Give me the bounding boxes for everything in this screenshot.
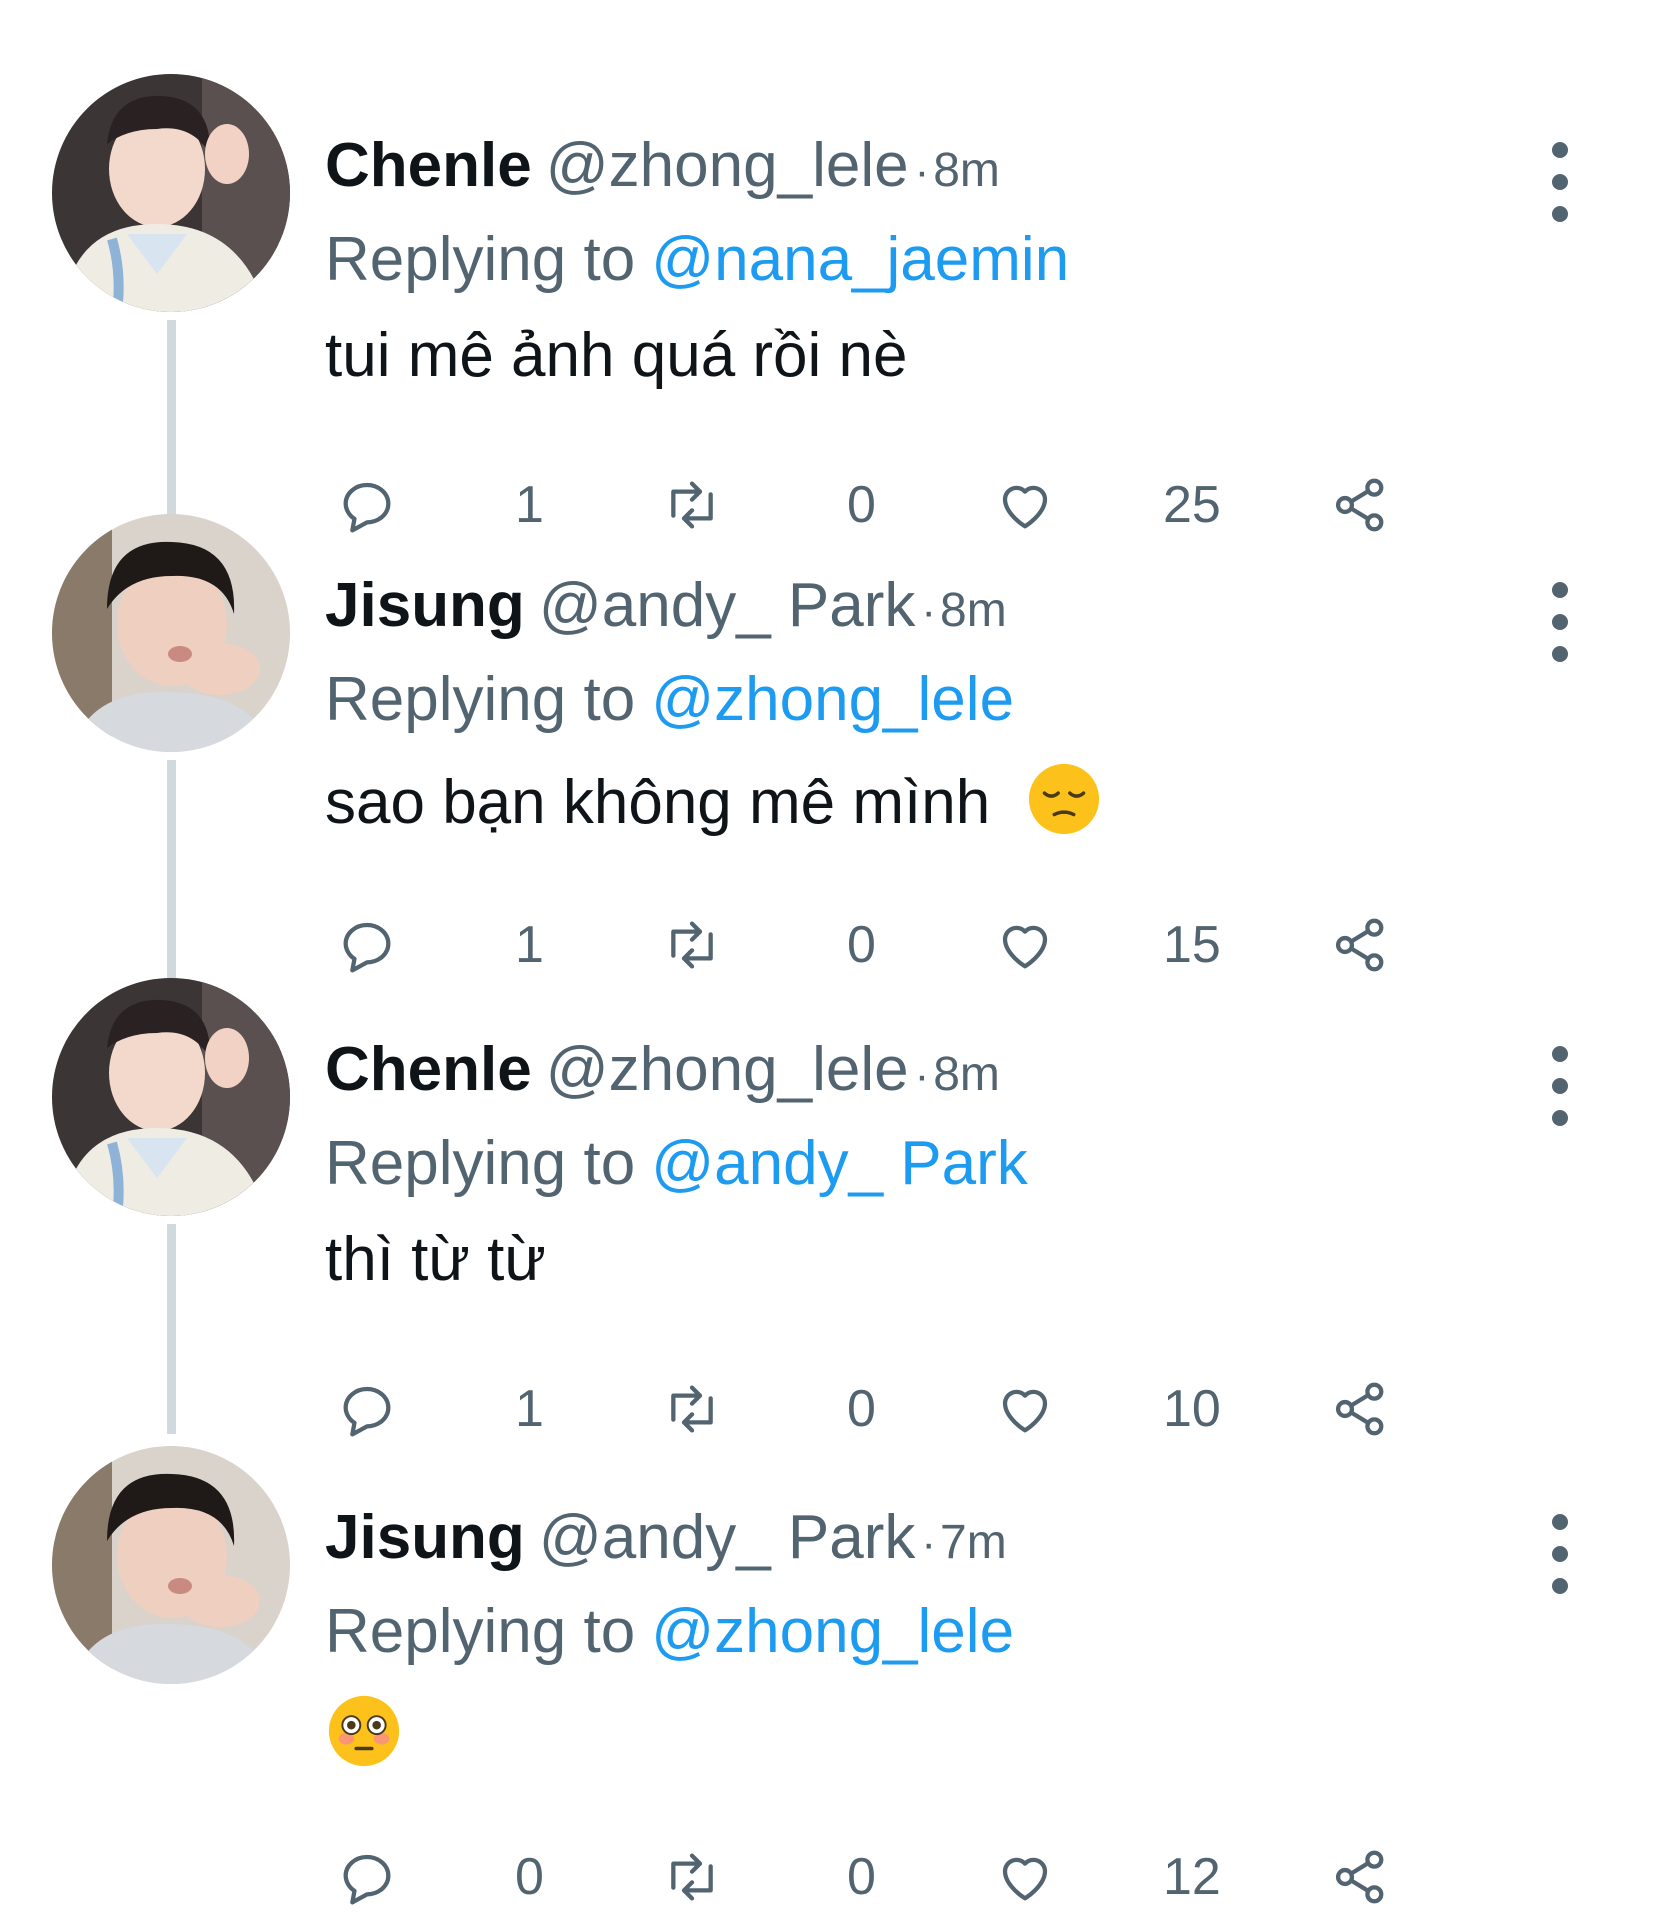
share-icon[interactable] (1329, 1842, 1393, 1912)
tweet-text: tui mê ảnh quá rồi nè (325, 320, 908, 391)
tweet-text: sao bạn không mê mình (325, 760, 1103, 853)
author-handle[interactable]: @andy_ Park (539, 571, 916, 640)
tweet-text-content: thì từ từ (325, 1225, 546, 1294)
timestamp[interactable]: 8m (933, 1048, 1000, 1101)
separator-dot: · (921, 587, 937, 636)
separator-dot: · (914, 147, 930, 196)
retweet-icon[interactable] (660, 1842, 724, 1912)
more-options-icon[interactable] (1530, 142, 1590, 242)
author-name[interactable]: Jisung (325, 571, 525, 640)
timestamp[interactable]: 7m (940, 1516, 1007, 1569)
timestamp[interactable]: 8m (933, 144, 1000, 197)
replying-to-label: Replying to (325, 1597, 636, 1666)
author-handle[interactable]: @zhong_lele (546, 1035, 909, 1104)
tweet[interactable]: Jisung @andy_ Park ·7m Replying to @zhong_l… (0, 1424, 1655, 1906)
separator-dot: · (921, 1519, 937, 1568)
tweet-text-content: sao bạn không mê mình (325, 767, 991, 837)
tweet[interactable]: Chenle @zhong_lele ·8m Replying to @andy_ P… (0, 956, 1655, 1438)
reply-count: 0 (515, 1848, 544, 1906)
tweet-text-content: tui mê ảnh quá rồi nè (325, 321, 908, 390)
author-name[interactable]: Chenle (325, 131, 532, 200)
like-icon[interactable] (993, 1842, 1057, 1912)
retweet-count: 0 (847, 1848, 876, 1906)
tweet[interactable]: Jisung @andy_ Park ·8m Replying to @zhong_l… (0, 492, 1655, 978)
like-count: 12 (1163, 1848, 1221, 1906)
more-options-icon[interactable] (1530, 1046, 1590, 1146)
reply-thread: Chenle @zhong_lele ·8m Replying to @nana_ja… (0, 0, 1655, 1920)
replying-to-label: Replying to (325, 665, 636, 734)
author-handle[interactable]: @zhong_lele (546, 131, 909, 200)
tweet-text: thì từ từ (325, 1224, 546, 1295)
separator-dot: · (914, 1051, 930, 1100)
tweet-text (325, 1692, 403, 1785)
replying-to-label: Replying to (325, 225, 636, 294)
thread-line (167, 1224, 176, 1434)
author-handle[interactable]: @andy_ Park (539, 1503, 916, 1572)
reply-icon[interactable] (335, 1842, 399, 1912)
replying-to-handle[interactable]: @zhong_lele (651, 665, 1014, 734)
tweet-actions: 0 0 12 (325, 1842, 1425, 1912)
more-options-icon[interactable] (1530, 1514, 1590, 1614)
author-name[interactable]: Chenle (325, 1035, 532, 1104)
tweet[interactable]: Chenle @zhong_lele ·8m Replying to @nana_ja… (0, 52, 1655, 534)
avatar[interactable] (52, 514, 290, 752)
avatar[interactable] (52, 74, 290, 312)
avatar[interactable] (52, 978, 290, 1216)
pensive-face-icon (1025, 760, 1103, 853)
more-options-icon[interactable] (1530, 582, 1590, 682)
flushed-face-icon (325, 1692, 403, 1785)
author-name[interactable]: Jisung (325, 1503, 525, 1572)
replying-to-label: Replying to (325, 1129, 636, 1198)
avatar[interactable] (52, 1446, 290, 1684)
thread-line (167, 320, 176, 516)
replying-to-handle[interactable]: @nana_jaemin (651, 225, 1069, 294)
replying-to-handle[interactable]: @andy_ Park (651, 1129, 1028, 1198)
timestamp[interactable]: 8m (940, 584, 1007, 637)
replying-to-handle[interactable]: @zhong_lele (651, 1597, 1014, 1666)
thread-line (167, 760, 176, 978)
